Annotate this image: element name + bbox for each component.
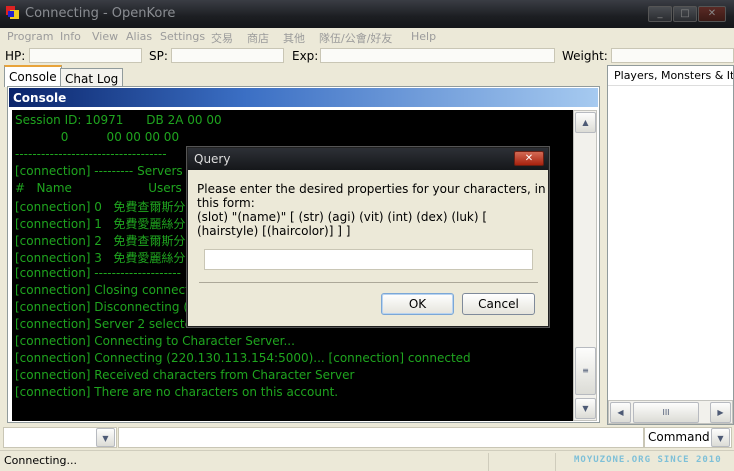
hp-label: HP: <box>5 49 26 63</box>
title-bar: Connecting - OpenKore _ □ ✕ <box>0 0 734 28</box>
close-button[interactable]: ✕ <box>698 6 726 22</box>
menu-bar: Program Info View Alias Settings 交易 商店 其… <box>0 28 734 46</box>
command-type-select[interactable]: Command ▼ <box>644 427 732 448</box>
stats-bar: HP: SP: Exp: Weight: <box>0 46 734 65</box>
maximize-button[interactable]: □ <box>673 6 697 22</box>
dialog-title: Query <box>188 148 548 170</box>
console-line: [connection] Received characters from Ch… <box>15 368 355 382</box>
console-line: # Name Users IP <box>15 181 201 195</box>
command-type-value: Command <box>648 430 710 444</box>
scroll-thumb-horizontal[interactable]: III <box>633 402 699 423</box>
horizontal-scrollbar[interactable]: ◀ III ▶ <box>608 400 733 424</box>
weight-label: Weight: <box>562 49 608 63</box>
chevron-down-icon[interactable]: ▼ <box>711 428 730 447</box>
console-line: [connection] Closing connection <box>15 283 209 297</box>
target-select[interactable]: ▼ <box>3 427 117 448</box>
menu-help[interactable]: Help <box>411 30 436 43</box>
scroll-left-button[interactable]: ◀ <box>610 402 631 423</box>
players-monsters-items-panel: Players, Monsters & Iter ◀ III ▶ <box>607 65 734 425</box>
chevron-down-icon[interactable]: ▼ <box>96 428 115 447</box>
menu-settings[interactable]: Settings <box>160 30 205 43</box>
scroll-right-button[interactable]: ▶ <box>710 402 731 423</box>
exp-bar <box>320 48 555 63</box>
console-line: [connection] Server 2 selected <box>15 317 200 331</box>
console-line: [connection] There are no characters on … <box>15 385 339 399</box>
menu-info[interactable]: Info <box>60 30 81 43</box>
console-line: ----------------------------------- <box>15 147 167 161</box>
weight-bar <box>611 48 734 63</box>
minimize-button[interactable]: _ <box>648 6 672 22</box>
cancel-button[interactable]: Cancel <box>462 293 535 315</box>
scroll-up-button[interactable]: ▲ <box>575 112 596 133</box>
dialog-message: Please enter the desired properties for … <box>197 182 546 238</box>
sp-label: SP: <box>149 49 168 63</box>
menu-party-guild-friends[interactable]: 隊伍/公會/好友 <box>319 30 392 46</box>
console-line: [connection] Disconnecting (22 <box>15 300 204 314</box>
menu-shop[interactable]: 商店 <box>247 30 269 46</box>
menu-other[interactable]: 其他 <box>283 30 305 46</box>
console-line: [connection] 0 免費查爾斯分流 <box>15 200 198 214</box>
exp-label: Exp: <box>292 49 319 63</box>
dialog-close-button[interactable]: ✕ <box>514 151 544 166</box>
command-input[interactable] <box>118 427 644 448</box>
query-dialog: Query ✕ Please enter the desired propert… <box>187 147 549 327</box>
tab-chat-log[interactable]: Chat Log <box>60 68 124 88</box>
menu-alias[interactable]: Alias <box>126 30 152 43</box>
console-line: [connection] Connecting (220.130.113.154… <box>15 351 471 365</box>
menu-program[interactable]: Program <box>7 30 53 43</box>
dialog-divider <box>199 282 538 283</box>
console-line: [connection] Connecting to Character Ser… <box>15 334 295 348</box>
status-text: Connecting... <box>4 454 77 467</box>
app-icon <box>6 6 20 20</box>
ok-button[interactable]: OK <box>381 293 454 315</box>
sp-bar <box>171 48 284 63</box>
status-divider <box>555 453 556 471</box>
scroll-down-button[interactable]: ▼ <box>575 398 596 419</box>
console-line: [connection] -------------------- <box>15 266 181 280</box>
watermark: MOYUZONE.ORG SINCE 2010 <box>574 455 722 465</box>
dialog-input[interactable] <box>204 249 533 270</box>
window-title: Connecting - OpenKore <box>25 6 176 21</box>
menu-trade[interactable]: 交易 <box>211 30 233 46</box>
console-line: 0 00 00 00 00 <box>15 130 180 144</box>
console-line: Session ID: 10971 DB 2A 00 00 <box>15 113 222 127</box>
list-column-header[interactable]: Players, Monsters & Iter <box>608 66 733 86</box>
console-line: [connection] 3 免費愛麗絲分流 <box>15 251 198 265</box>
console-scrollbar[interactable]: ▲ ≡ ▼ <box>573 110 597 421</box>
console-line: [connection] 1 免費愛麗絲分流 <box>15 217 198 231</box>
console-line: [connection] 2 免費查爾斯分流 <box>15 234 198 248</box>
console-line: [connection] --------- Servers --- <box>15 164 200 178</box>
menu-view[interactable]: View <box>92 30 118 43</box>
hp-bar <box>29 48 142 63</box>
scroll-thumb[interactable]: ≡ <box>575 347 596 395</box>
status-divider <box>488 453 489 471</box>
tab-console[interactable]: Console <box>4 65 62 87</box>
console-header: Console <box>9 88 598 107</box>
